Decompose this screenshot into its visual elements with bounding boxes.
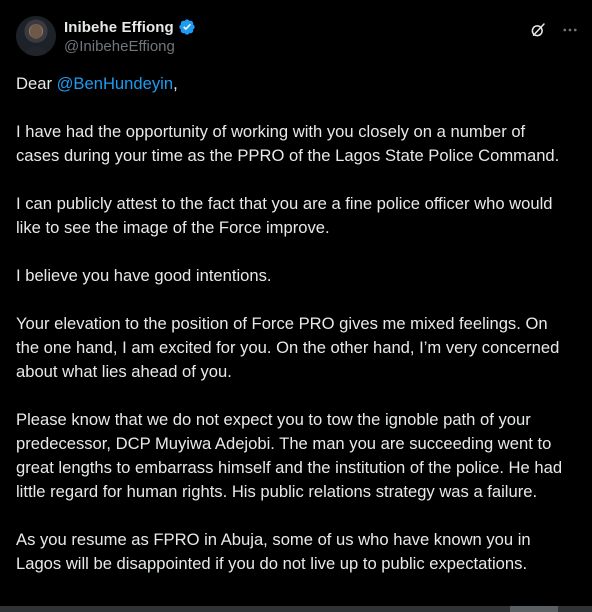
scrollbar-thumb[interactable] xyxy=(510,606,558,612)
avatar-suit xyxy=(24,46,48,56)
post-card: Inibehe Effiong @InibeheEffiong Dear @Be… xyxy=(0,0,592,612)
mention-link[interactable]: @BenHundeyin xyxy=(57,74,173,93)
paragraph-6: As you resume as FPRO in Abuja, some of … xyxy=(16,530,536,573)
horizontal-scrollbar[interactable] xyxy=(0,606,592,612)
grok-icon[interactable] xyxy=(528,20,548,40)
author-handle[interactable]: @InibeheEffiong xyxy=(64,38,196,55)
avatar[interactable] xyxy=(16,16,56,56)
author-display-name[interactable]: Inibehe Effiong xyxy=(64,19,174,36)
post-actions xyxy=(528,20,580,40)
paragraph-5: Please know that we do not expect you to… xyxy=(16,410,567,501)
greeting-suffix: , xyxy=(173,74,178,93)
avatar-face xyxy=(30,24,42,39)
paragraph-3: I believe you have good intentions. xyxy=(16,266,272,285)
greeting-prefix: Dear xyxy=(16,74,57,93)
post-text: Dear @BenHundeyin, I have had the opport… xyxy=(16,72,572,600)
verified-badge-icon[interactable] xyxy=(178,18,196,36)
paragraph-4: Your elevation to the position of Force … xyxy=(16,314,564,381)
paragraph-2: I can publicly attest to the fact that y… xyxy=(16,194,558,237)
greeting-paragraph: Dear @BenHundeyin, xyxy=(16,72,572,96)
post-header: Inibehe Effiong @InibeheEffiong xyxy=(16,16,580,60)
author-names: Inibehe Effiong @InibeheEffiong xyxy=(64,17,196,55)
more-icon[interactable] xyxy=(560,20,580,40)
display-name-row: Inibehe Effiong xyxy=(64,17,196,37)
paragraph-1: I have had the opportunity of working wi… xyxy=(16,122,560,165)
